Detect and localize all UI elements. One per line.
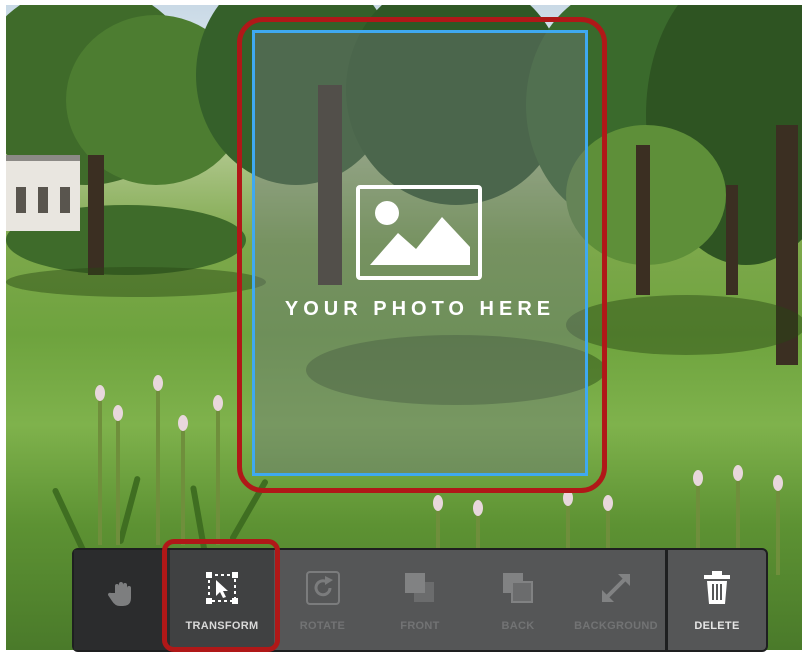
back-label: BACK (501, 620, 535, 632)
bring-front-button[interactable]: FRONT (371, 550, 469, 650)
rotate-label: ROTATE (299, 620, 346, 632)
background-label: BACKGROUND (574, 620, 658, 632)
rotate-button[interactable]: ROTATE (274, 550, 371, 650)
send-back-button[interactable]: BACK (469, 550, 567, 650)
hand-icon (102, 574, 142, 614)
background-button[interactable]: BACKGROUND (567, 550, 665, 650)
delete-label: DELETE (694, 620, 740, 632)
delete-button[interactable]: DELETE (665, 550, 766, 650)
rotate-icon (303, 568, 343, 608)
send-back-icon (498, 568, 538, 608)
background-house (6, 155, 80, 231)
trash-icon (697, 568, 737, 608)
front-label: FRONT (400, 620, 440, 632)
background-expand-icon (596, 568, 636, 608)
transform-highlight (162, 539, 280, 652)
placeholder-highlight (237, 17, 607, 493)
bring-front-icon (400, 568, 440, 608)
pan-button[interactable] (74, 550, 170, 650)
